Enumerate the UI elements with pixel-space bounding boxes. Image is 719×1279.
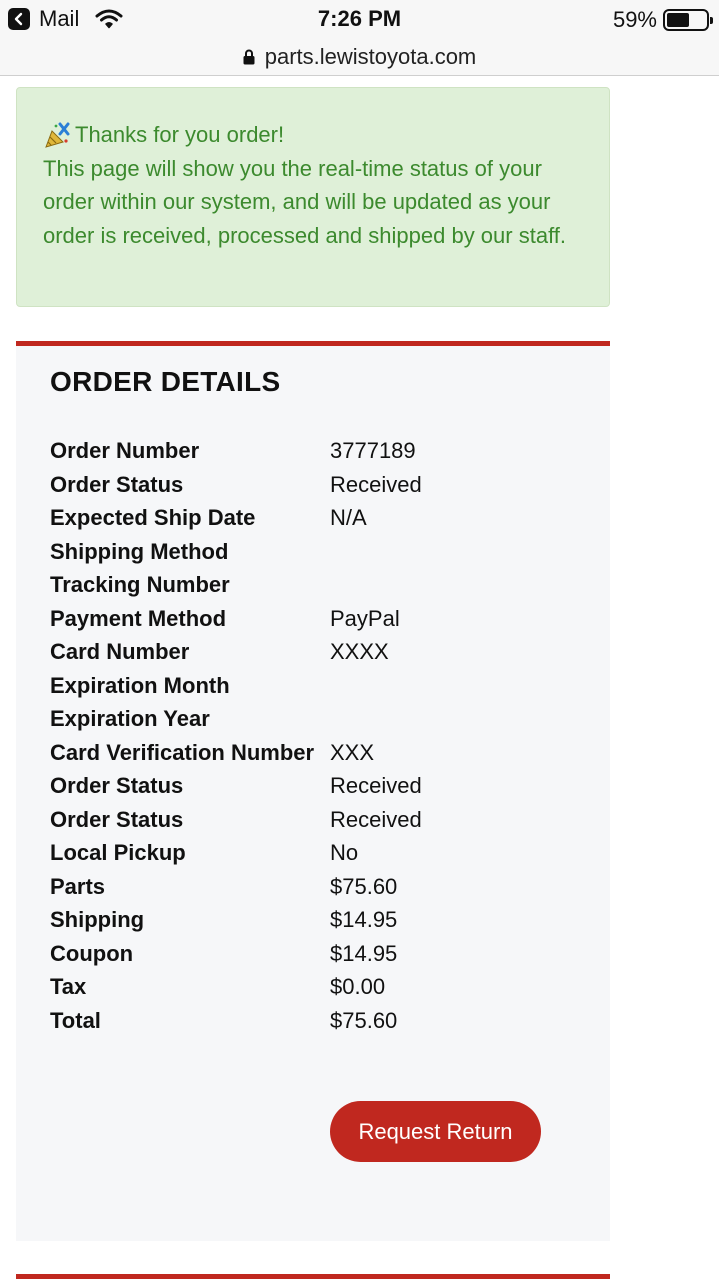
detail-value: XXXX xyxy=(330,639,389,664)
detail-row: Expiration Month xyxy=(50,669,590,703)
detail-row: Expected Ship Date N/A xyxy=(50,501,590,535)
detail-value xyxy=(330,568,590,602)
detail-row: Shipping Method xyxy=(50,535,590,569)
order-details-title: ORDER DETAILS xyxy=(50,366,281,397)
detail-value: No xyxy=(330,840,359,865)
order-details-list: Order Number 3777189 Order Status Received E… xyxy=(50,434,590,1037)
detail-row: Card Number XXXX xyxy=(50,635,590,669)
url-text[interactable]: parts.lewistoyota.com xyxy=(265,44,477,70)
detail-value: $14.95 xyxy=(330,940,398,966)
detail-row: Order Status Received xyxy=(50,769,590,803)
detail-row: Expiration Year xyxy=(50,702,590,736)
detail-label: Shipping xyxy=(50,907,145,932)
detail-row: Shipping $14.95 xyxy=(50,903,590,937)
detail-row: Tax $0.00 xyxy=(50,970,590,1004)
detail-row: Total $75.60 xyxy=(50,1004,590,1038)
detail-label: Shipping Method xyxy=(50,538,229,564)
battery-icon xyxy=(663,9,713,31)
lock-icon xyxy=(243,49,255,64)
detail-value: Received xyxy=(330,806,422,832)
detail-label: Parts xyxy=(50,873,106,899)
detail-label: Expiration Month xyxy=(50,672,230,698)
detail-value: $75.60 xyxy=(330,873,398,899)
detail-row: Order Status Received xyxy=(50,803,590,837)
address-bar[interactable]: parts.lewistoyota.com xyxy=(0,38,719,76)
detail-value: N/A xyxy=(330,505,367,530)
detail-value xyxy=(330,669,590,703)
detail-label: Total xyxy=(50,1007,101,1033)
detail-row: Card Verification Number XXX xyxy=(50,736,590,770)
alert-heading: Thanks for you order! xyxy=(75,122,285,147)
detail-label: Card Verification Number xyxy=(50,739,315,765)
detail-row: Local Pickup No xyxy=(50,836,590,870)
detail-value: $0.00 xyxy=(330,974,386,999)
detail-value: $14.95 xyxy=(330,907,398,932)
detail-row: Parts $75.60 xyxy=(50,870,590,904)
detail-label: Expected Ship Date xyxy=(50,505,256,530)
detail-label: Card Number xyxy=(50,639,190,664)
clock: 7:26 PM xyxy=(317,6,402,31)
detail-value: 3777189 xyxy=(330,438,416,463)
detail-value: Received xyxy=(330,471,422,497)
detail-label: Order Status xyxy=(50,773,184,798)
status-bar: Mail 7:26 PM 59% xyxy=(0,0,719,38)
detail-value: PayPal xyxy=(330,605,400,631)
detail-row: Order Number 3777189 xyxy=(50,434,590,468)
detail-label: Tracking Number xyxy=(50,572,230,597)
section-divider xyxy=(16,1274,610,1279)
party-icon xyxy=(45,122,70,148)
detail-label: Order Status xyxy=(50,806,184,832)
order-confirmation-alert: Thanks for you order! This page will sho… xyxy=(16,87,610,307)
detail-value xyxy=(330,535,590,569)
battery-fill xyxy=(667,13,690,27)
detail-value: $75.60 xyxy=(330,1007,398,1033)
detail-label: Expiration Year xyxy=(50,706,210,731)
alert-body: This page will show you the real-time st… xyxy=(43,155,567,248)
detail-row: Payment Method PayPal xyxy=(50,602,590,636)
detail-row: Order Status Received xyxy=(50,468,590,502)
detail-row: Coupon $14.95 xyxy=(50,937,590,971)
detail-label: Local Pickup xyxy=(50,840,186,865)
battery-indicator: 59% xyxy=(612,7,713,33)
battery-percent: 59% xyxy=(612,7,657,32)
order-details-card: ORDER DETAILS Order Number 3777189 Order S… xyxy=(16,341,610,1241)
detail-label: Tax xyxy=(50,974,87,999)
detail-value: Received xyxy=(330,773,422,798)
detail-label: Order Status xyxy=(50,471,184,497)
detail-row: Tracking Number xyxy=(50,568,590,602)
detail-value: XXX xyxy=(330,739,375,765)
detail-label: Payment Method xyxy=(50,605,227,631)
detail-label: Coupon xyxy=(50,940,134,966)
detail-label: Order Number xyxy=(50,438,200,463)
detail-value xyxy=(330,702,590,736)
request-return-button[interactable]: Request Return xyxy=(330,1101,541,1162)
